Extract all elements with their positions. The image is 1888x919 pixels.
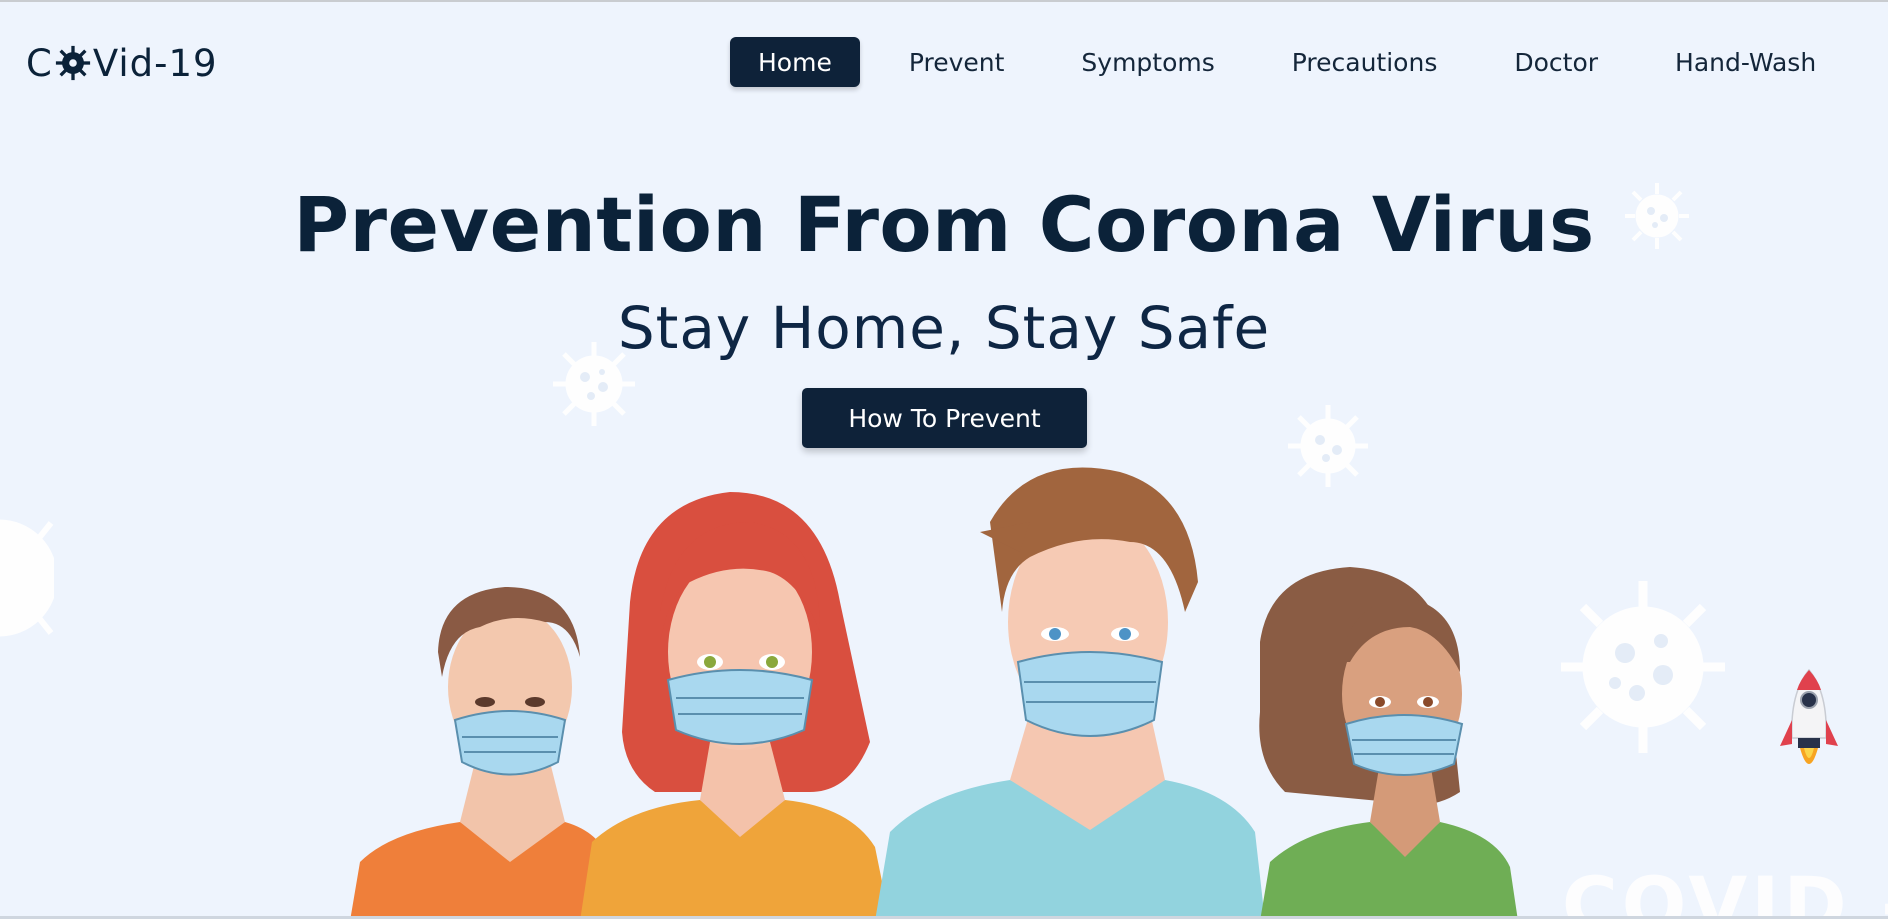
virus-icon [1561, 581, 1725, 753]
person-woman-red-hair [580, 492, 890, 919]
virus-icon [55, 45, 90, 81]
person-man-blue-shirt [875, 467, 1265, 919]
rocket-icon[interactable] [1778, 668, 1840, 780]
nav-item-prevent[interactable]: Prevent [881, 37, 1033, 87]
masked-people-illustration [350, 467, 1518, 919]
person-boy-orange [350, 587, 615, 919]
nav-item-hand-wash[interactable]: Hand-Wash [1647, 37, 1844, 87]
person-woman-green-shirt [1259, 567, 1518, 919]
logo-text-suffix: Vid-19 [92, 41, 218, 85]
logo-text-prefix: C [26, 41, 53, 85]
nav-item-symptoms[interactable]: Symptoms [1053, 37, 1242, 87]
nav-item-doctor[interactable]: Doctor [1486, 37, 1626, 87]
covid-watermark: COVID -19 [1562, 860, 1888, 919]
main-nav: Home Prevent Symptoms Precautions Doctor… [730, 37, 1865, 87]
hero-subtitle: Stay Home, Stay Safe [617, 294, 1271, 362]
page: C Vid-19 Home Prevent Symptoms Precautio… [0, 0, 1888, 919]
hero-title: Prevention From Corona Virus [293, 180, 1595, 269]
site-logo[interactable]: C Vid-19 [26, 38, 218, 88]
virus-icon [0, 519, 54, 637]
nav-item-precautions[interactable]: Precautions [1264, 37, 1466, 87]
nav-item-home[interactable]: Home [730, 37, 860, 87]
how-to-prevent-button[interactable]: How To Prevent [802, 388, 1087, 448]
